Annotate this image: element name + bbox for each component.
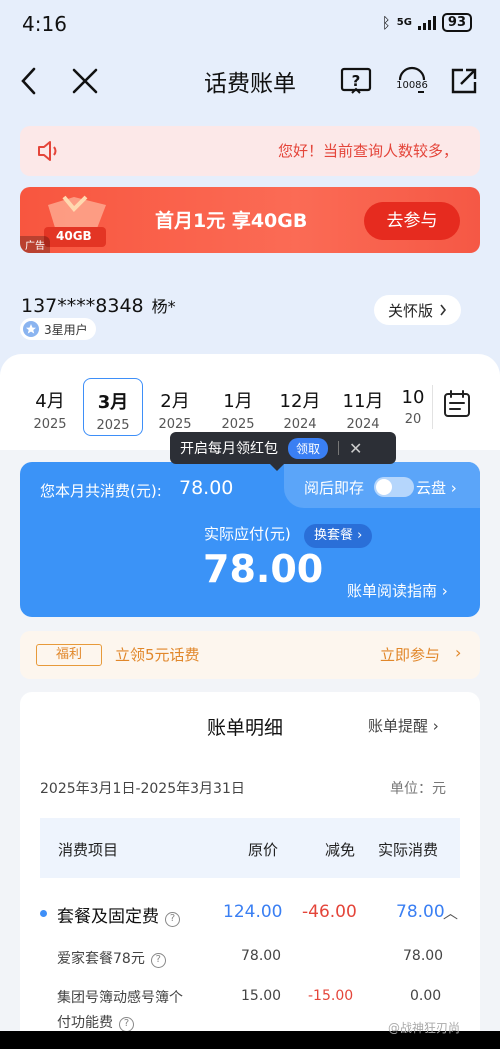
chevron-up-icon[interactable]: ︿ [443, 902, 458, 923]
table-header: 消费项目 原价 减免 实际消费 [40, 818, 460, 878]
user-phone: 137****8348 [21, 295, 144, 317]
network-label: 5G [396, 17, 412, 28]
group-original: 124.00 [223, 902, 283, 922]
pay-value: 78.00 [203, 547, 324, 591]
header-discount: 减免 [325, 841, 356, 859]
bill-period: 2025年3月1日-2025年3月31日 [40, 781, 245, 797]
claim-button[interactable]: 领取 [288, 437, 329, 459]
group-discount: -46.00 [302, 902, 357, 922]
welfare-banner[interactable]: 福利 立领5元话费 立即参与 › [20, 631, 480, 679]
service-number: 10086 [396, 80, 428, 91]
ad-title: 首月1元 享40GB [155, 210, 308, 232]
notice-banner: 您好！当前查询人数较多， [20, 126, 480, 176]
cloud-link[interactable]: 云盘 › [416, 477, 457, 498]
change-package-button[interactable]: 换套餐 › [304, 524, 373, 548]
strip-divider [432, 385, 433, 429]
svg-text:?: ? [352, 72, 361, 90]
month-tab-5[interactable]: 12月 2024 [270, 378, 330, 436]
share-icon[interactable] [447, 64, 481, 98]
group-actual: 78.00 [396, 902, 445, 922]
bill-summary-card: 您本月共消费(元): 78.00 阅后即存 云盘 › 实际应付(元) 换套餐 ›… [20, 462, 480, 617]
chevron-right-icon: › [455, 643, 462, 662]
row-phonebook-discount: -15.00 [308, 988, 354, 1004]
help-circle-icon[interactable]: ? [119, 1017, 134, 1032]
row-package-name: 爱家套餐78元? [57, 948, 166, 968]
month-tab-6[interactable]: 11月 2024 [333, 378, 393, 436]
help-circle-icon[interactable]: ? [150, 953, 166, 968]
welfare-join-link[interactable]: 立即参与 [380, 644, 440, 665]
red-packet-tooltip: 开启每月领红包 领取 ✕ [170, 432, 396, 464]
care-label: 关怀版 [387, 301, 433, 320]
month-tab-7[interactable]: 10 20 [393, 378, 433, 436]
bill-reminder-link[interactable]: 账单提醒 › [368, 715, 439, 736]
header-actual: 实际消费 [378, 841, 439, 859]
month-tab-1[interactable]: 4月 2025 [20, 378, 80, 436]
tooltip-close-icon[interactable]: ✕ [349, 439, 362, 458]
care-mode-button[interactable]: 关怀版 [374, 295, 461, 325]
row-phonebook-name-1: 集团号簿动感号簿个 [57, 990, 183, 1006]
user-level: 3星用户 [44, 322, 88, 337]
star-icon [23, 321, 39, 337]
tooltip-text: 开启每月领红包 [180, 441, 278, 457]
status-icons: ᛒ 5G 93 [382, 13, 472, 32]
help-icon[interactable]: ? [339, 64, 373, 98]
header-original: 原价 [248, 841, 279, 859]
user-name: 杨* [151, 297, 176, 316]
reading-guide-link[interactable]: 账单阅读指南 › [347, 580, 448, 601]
row-package-original: 78.00 [241, 948, 282, 964]
tooltip-divider [338, 441, 340, 455]
month-tab-2[interactable]: 3月 2025 [83, 378, 143, 436]
customer-service-icon[interactable]: 10086 [392, 64, 432, 98]
read-store-toggle[interactable] [374, 477, 414, 497]
user-level-badge[interactable]: 3星用户 [20, 318, 96, 340]
row-phonebook-original: 15.00 [241, 988, 282, 1004]
speaker-icon [36, 139, 62, 167]
month-tab-3[interactable]: 2月 2025 [145, 378, 205, 436]
group-dot [40, 910, 47, 917]
detail-title: 账单明细 [207, 717, 284, 739]
ad-tag: 广告 [20, 236, 50, 253]
chevron-right-icon [440, 304, 447, 316]
row-package-actual: 78.00 [403, 948, 444, 964]
battery-indicator: 93 [441, 13, 472, 32]
ad-banner[interactable]: 40GB 首月1元 享40GB 去参与 广告 [20, 187, 480, 253]
notice-text: 您好！当前查询人数较多， [277, 142, 458, 160]
header-item: 消费项目 [58, 841, 119, 859]
total-label: 您本月共消费(元): [40, 482, 162, 500]
status-time: 4:16 [22, 12, 67, 36]
pay-label: 实际应付(元) [204, 525, 291, 543]
row-phonebook-actual: 0.00 [410, 988, 442, 1004]
welfare-tag: 福利 [36, 644, 102, 666]
tooltip-arrow [270, 464, 284, 471]
join-button[interactable]: 去参与 [364, 202, 460, 240]
unit-label: 单位：元 [390, 781, 446, 797]
welfare-text: 立领5元话费 [115, 646, 200, 664]
bluetooth-icon: ᛒ [381, 13, 391, 32]
gift-label: 40GB [56, 229, 92, 243]
read-store-label: 阅后即存 [304, 479, 365, 497]
bill-detail-card: 账单明细 账单提醒 › 2025年3月1日-2025年3月31日 单位：元 消费… [20, 692, 480, 1049]
total-value: 78.00 [179, 477, 234, 499]
group-name[interactable]: 套餐及固定费? [57, 902, 180, 927]
user-info: 137****8348 杨* [21, 293, 176, 317]
calendar-icon[interactable] [442, 389, 472, 423]
signal-icon [417, 15, 436, 30]
month-tab-4[interactable]: 1月 2025 [208, 378, 268, 436]
help-circle-icon[interactable]: ? [165, 912, 180, 927]
row-phonebook-name-2: 付功能费? [57, 1012, 134, 1032]
watermark: @战神狂刃尚 [388, 1021, 461, 1035]
